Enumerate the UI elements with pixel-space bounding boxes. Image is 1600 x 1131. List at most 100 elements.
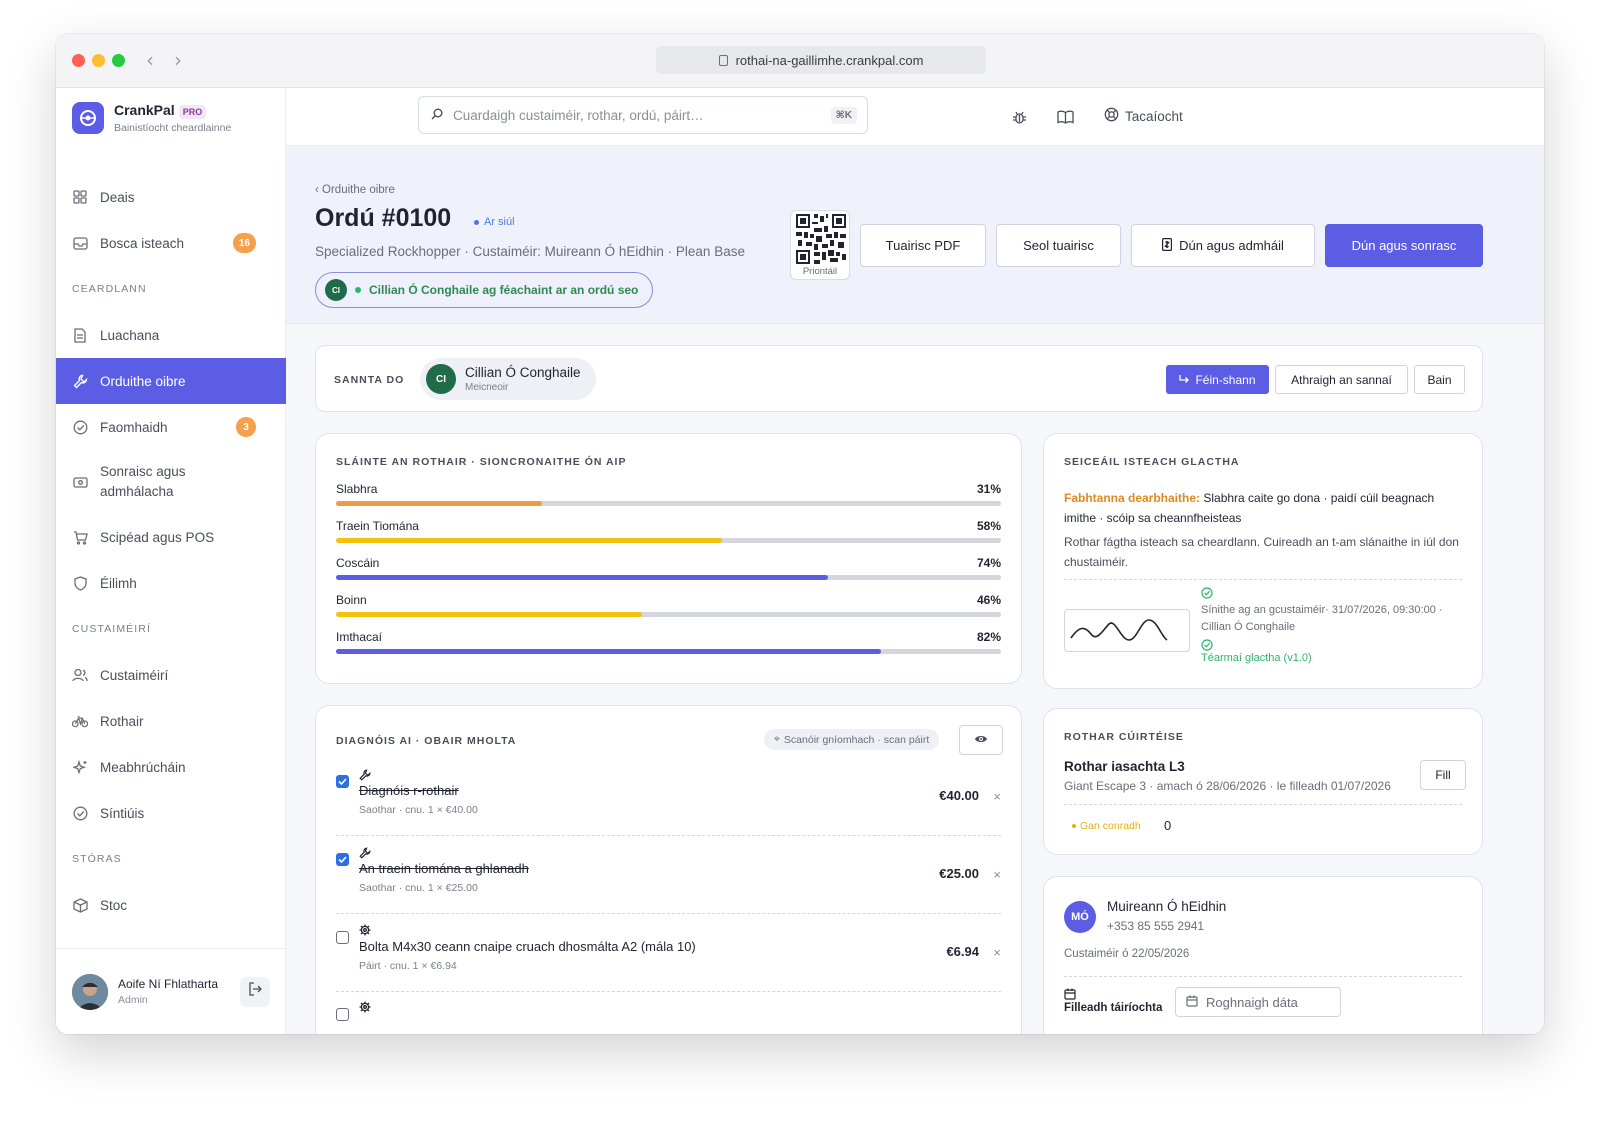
remove-item-icon[interactable]: × [993, 867, 1001, 882]
sidebar-item-customers[interactable]: Custaiméirí [56, 652, 286, 698]
close-window-button[interactable] [72, 54, 85, 67]
health-bar-name: Coscáin [336, 556, 380, 570]
user-role: Admin [118, 994, 148, 1006]
close-and-receipt-button[interactable]: Dún agus admháil [1131, 224, 1315, 267]
sidebar-item-reminders[interactable]: Meabhrúcháin [56, 744, 286, 790]
remove-assignee-button[interactable]: Bain [1414, 365, 1465, 394]
item-checkbox[interactable] [336, 775, 349, 788]
date-picker-input[interactable]: Roghnaigh dáta [1175, 987, 1341, 1017]
ai-diagnosis-card: DIAGNÓIS AI · OBAIR MHOLTA ⌖ Scanóir gní… [315, 705, 1022, 1034]
lock-icon [718, 54, 728, 66]
sidebar-item-stock[interactable]: Stoc [56, 882, 286, 928]
search-input[interactable]: Cuardaigh custaiméir, rothar, ordú, páir… [418, 96, 868, 134]
change-assignee-button[interactable]: Athraigh an sannaí [1275, 365, 1408, 394]
close-and-invoice-button[interactable]: Dún agus sonrasc [1325, 224, 1483, 267]
return-loaner-button[interactable]: Fill [1420, 760, 1466, 790]
book-icon[interactable] [1056, 108, 1074, 126]
item-checkbox[interactable] [336, 853, 349, 866]
user-name: Aoife Ní Fhlatharta [118, 977, 219, 991]
health-bar-track [336, 575, 1001, 580]
brand-logo-icon [72, 102, 104, 134]
cart-icon [72, 529, 88, 545]
sidebar-item-work-orders[interactable]: Orduithe oibre [56, 358, 286, 404]
sidebar-item-label: Deais [100, 189, 135, 205]
status-dot-icon [1072, 824, 1076, 828]
item-meta: Páirt · cnu. 1 × €6.94 [359, 960, 457, 972]
print-qr-button[interactable]: Priontáil [790, 210, 850, 280]
health-bar-fill [336, 649, 882, 654]
sidebar-item-approvals[interactable]: Faomhaidh 3 [56, 404, 286, 450]
support-link[interactable]: Tacaíocht [1104, 107, 1183, 125]
scanner-status-chip: ⌖ Scanóir gníomhach · scan páirt [764, 729, 940, 750]
logout-button[interactable] [240, 976, 270, 1007]
date-placeholder: Roghnaigh dáta [1206, 994, 1298, 1010]
sidebar-item-bikes[interactable]: Rothair [56, 698, 286, 744]
url-bar[interactable]: rothai-na-gaillimhe.crankpal.com [656, 46, 986, 74]
forward-arrow-icon[interactable]: › [174, 48, 182, 72]
sidebar-item-subscriptions[interactable]: Síntiúis [56, 790, 286, 836]
toggle-visibility-button[interactable] [959, 725, 1003, 755]
signature-image [1064, 609, 1190, 652]
breadcrumb[interactable]: ‹ Orduithe oibre [315, 184, 395, 196]
reassign-arrow-icon [1179, 373, 1190, 387]
remove-item-icon[interactable]: × [993, 789, 1001, 804]
self-assign-button[interactable]: Féin-shann [1166, 365, 1269, 394]
gear-icon [359, 1000, 371, 1013]
nav-section-workshop: CEARDLANN [72, 283, 147, 295]
inbox-icon [72, 235, 88, 251]
avatar: CI [426, 364, 456, 394]
wrench-icon [359, 846, 371, 859]
health-bar-fill [336, 538, 722, 543]
sidebar-item-quotes[interactable]: Luachana [56, 312, 286, 358]
back-arrow-icon[interactable]: ‹ [146, 48, 154, 72]
check-circle-icon [72, 805, 88, 821]
sidebar-item-label: Orduithe oibre [100, 373, 186, 389]
health-bar-name: Imthacaí [336, 630, 383, 644]
customer-name[interactable]: Muireann Ó hEidhin [1107, 899, 1226, 914]
item-price: €40.00 [939, 788, 979, 803]
sidebar: CrankPal PRO Bainistíocht cheardlainne De… [56, 88, 286, 1034]
pdf-report-button[interactable]: Tuairisc PDF [860, 224, 986, 267]
avatar: CI [325, 279, 347, 301]
grid-icon [72, 189, 88, 205]
loaner-details: Giant Escape 3 · amach ó 28/06/2026 · le… [1064, 779, 1391, 793]
brand-subtitle: Bainistíocht cheardlainne [114, 122, 232, 134]
maximize-window-button[interactable] [112, 54, 125, 67]
send-report-button[interactable]: Seol tuairisc [996, 224, 1121, 267]
sidebar-item-claims[interactable]: Éilimh [56, 560, 286, 606]
defects-text: Fabhtanna dearbhaithe: Slabhra caite go … [1064, 488, 1469, 528]
return-date-label: Filleadh táiríochta [1064, 1002, 1163, 1014]
assignee-chip[interactable]: CI Cillian Ó Conghaile Meicneoir [420, 358, 596, 400]
minimize-window-button[interactable] [92, 54, 105, 67]
assigned-to-label: SANNTA DO [334, 374, 405, 386]
sidebar-item-shop-pos[interactable]: Scipéad agus POS [56, 514, 286, 560]
sidebar-item-dashboard[interactable]: Deais [56, 174, 286, 220]
inbox-count-badge: 16 [232, 233, 256, 253]
item-meta: Saothar · cnu. 1 × €40.00 [359, 804, 478, 816]
logout-icon [248, 982, 262, 1001]
item-checkbox[interactable] [336, 1008, 349, 1021]
bug-icon[interactable] [1010, 108, 1028, 126]
customer-phone[interactable]: +353 85 555 2941 [1107, 919, 1204, 933]
sidebar-item-inbox[interactable]: Bosca isteach 16 [56, 220, 286, 266]
user-profile[interactable]: Aoife Ní Fhlatharta Admin [56, 948, 286, 1034]
order-subtitle: Specialized Rockhopper · Custaiméir: Mui… [315, 244, 745, 259]
sidebar-item-invoices[interactable]: Sonraisc agus admhálacha [56, 450, 286, 514]
checkin-label: SEICEÁIL ISTEACH GLACTHA [1064, 456, 1240, 468]
brand[interactable]: CrankPal PRO Bainistíocht cheardlainne [72, 102, 231, 134]
health-bar-brakes: Coscáin 74% [336, 556, 1001, 593]
health-bar-fill [336, 501, 543, 506]
search-icon [431, 108, 443, 123]
viewer-presence-pill: CI Cillian Ó Conghaile ag féachaint ar a… [315, 272, 654, 308]
wrench-icon [359, 768, 371, 781]
remove-item-icon[interactable]: × [993, 945, 1001, 960]
list-item: Bolta M4x30 ceann cnaipe cruach dhosmált… [336, 920, 1001, 992]
health-bar-track [336, 612, 1001, 617]
contract-status: Gan conradh [1072, 820, 1141, 832]
support-label: Tacaíocht [1125, 108, 1183, 124]
contract-status-text: Gan conradh [1080, 820, 1141, 832]
health-bar-name: Slabhra [336, 482, 378, 496]
item-checkbox[interactable] [336, 931, 349, 944]
approvals-count-badge: 3 [236, 417, 256, 437]
item-price: €25.00 [939, 866, 979, 881]
